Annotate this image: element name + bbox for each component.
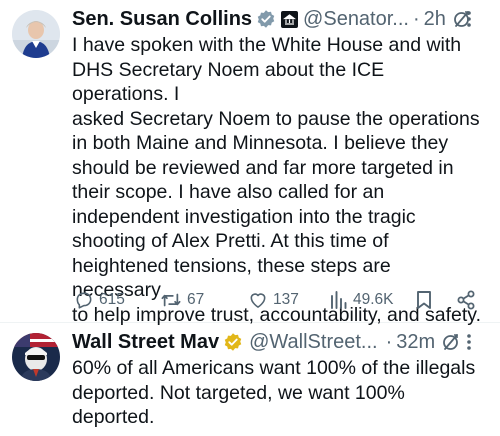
author-name[interactable]: Sen. Susan Collins: [72, 8, 252, 31]
tweet-wallstreetmav[interactable]: Wall Street Mav @WallStreet... · 32m 60%…: [0, 323, 500, 436]
tweet-header: Sen. Susan Collins @Senator... · 2h: [72, 7, 486, 31]
avatar-image: [12, 10, 60, 58]
author-handle[interactable]: @Senator...: [303, 8, 409, 31]
more-options-icon[interactable]: [466, 332, 472, 352]
tweet-text: I have spoken with the White House and w…: [72, 34, 481, 326]
repost-count: 67: [187, 291, 205, 308]
grok-icon[interactable]: [441, 332, 461, 352]
verified-gray-badge-icon: [256, 9, 276, 29]
like-count: 137: [273, 291, 299, 308]
government-label-icon: [281, 10, 299, 28]
avatar[interactable]: [12, 10, 60, 58]
analytics-icon: [330, 290, 348, 310]
separator-dot: ·: [385, 330, 393, 353]
reply-icon: [74, 290, 94, 310]
avatar[interactable]: [12, 333, 60, 381]
share-button[interactable]: [456, 290, 476, 310]
reply-button[interactable]: 615: [74, 290, 125, 310]
timestamp[interactable]: 32m: [396, 331, 435, 354]
more-options-icon[interactable]: [466, 9, 472, 29]
timestamp[interactable]: 2h: [424, 8, 446, 31]
separator-dot: ·: [412, 7, 420, 30]
heart-icon: [248, 290, 268, 310]
share-icon: [456, 290, 476, 310]
author-handle[interactable]: @WallStreet...: [249, 331, 377, 354]
view-count: 49.6K: [353, 291, 394, 308]
bookmark-button[interactable]: [415, 290, 433, 310]
tweet-text: 60% of all Americans want 100% of the il…: [72, 357, 476, 428]
author-name[interactable]: Wall Street Mav: [72, 331, 219, 354]
tweet-header: Wall Street Mav @WallStreet... · 32m: [72, 330, 486, 354]
reply-count: 615: [99, 291, 125, 308]
avatar-image: [12, 333, 60, 381]
like-button[interactable]: 137: [248, 290, 299, 310]
verified-gold-badge-icon: [223, 332, 243, 352]
views-button[interactable]: 49.6K: [330, 290, 394, 310]
repost-button[interactable]: 67: [160, 290, 204, 310]
action-bar: 615 67 137 49.6K: [72, 286, 484, 314]
repost-icon: [160, 290, 182, 310]
bookmark-icon: [415, 290, 433, 310]
tweet-collins[interactable]: Sen. Susan Collins @Senator... · 2h I ha…: [0, 0, 500, 326]
